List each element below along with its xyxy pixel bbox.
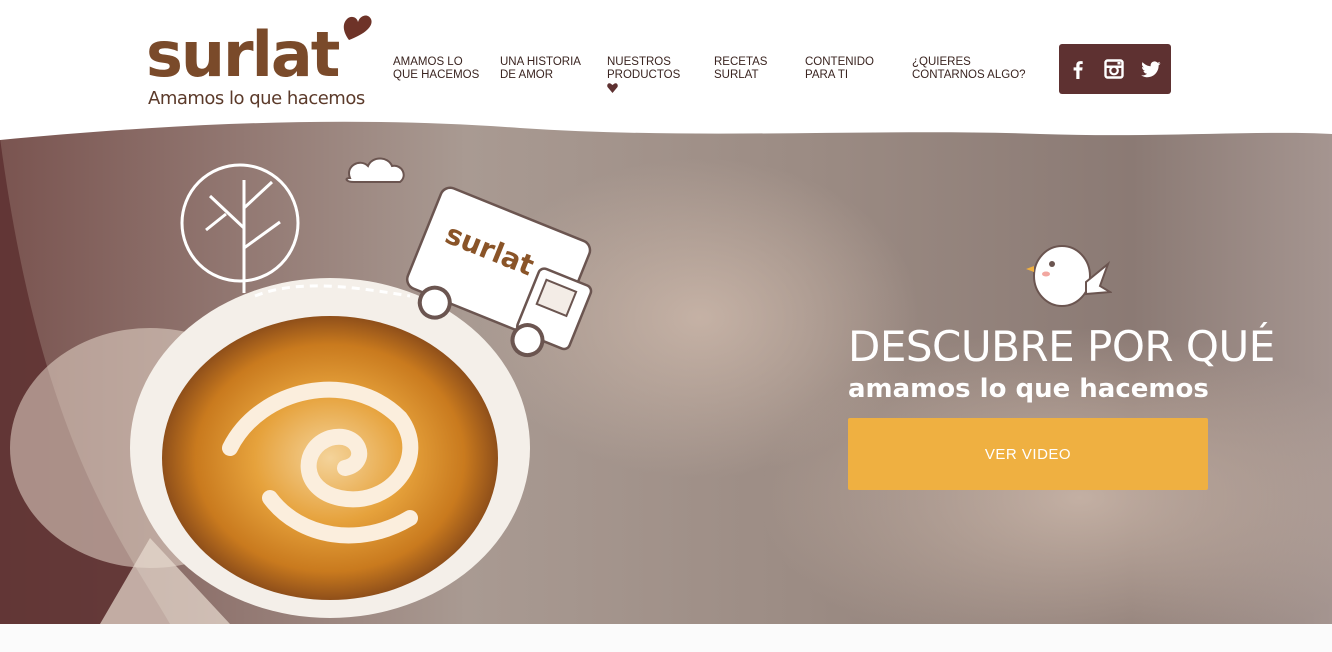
nav-label: PRODUCTOS: [607, 68, 681, 81]
nav-label: CONTARNOS ALGO?: [912, 68, 1026, 81]
nav-historia[interactable]: UNA HISTORIA DE AMOR: [500, 56, 581, 81]
logo-tagline: Amamos lo que hacemos: [148, 88, 365, 109]
hero-text: DESCUBRE POR QUÉ amamos lo que hacemos: [848, 325, 1275, 407]
nav-label: DE AMOR: [500, 68, 554, 81]
nav-label: QUE HACEMOS: [393, 68, 480, 81]
nav-productos[interactable]: NUESTROS PRODUCTOS: [607, 56, 681, 93]
nav-contacto[interactable]: ¿QUIERES CONTARNOS ALGO?: [912, 56, 1026, 81]
nav-label: AMAMOS LO: [393, 56, 463, 68]
heart-icon: [343, 15, 372, 41]
nav-label: PARA TI: [805, 68, 849, 81]
facebook-icon[interactable]: [1065, 57, 1091, 81]
nav-label: CONTENIDO: [805, 56, 874, 68]
heart-dropdown-icon: [607, 83, 618, 93]
nav-label: NUESTROS: [607, 56, 671, 68]
hero-subtitle: amamos lo que hacemos: [848, 374, 1209, 404]
nav-label: RECETAS: [714, 56, 768, 68]
nav-amamos[interactable]: AMAMOS LO QUE HACEMOS: [393, 56, 479, 81]
hero-banner: surlat DESCUBRE POR QUÉ amamos lo que ha…: [0, 118, 1332, 624]
hero-title: DESCUBRE POR QUÉ: [848, 322, 1275, 371]
nav-label: SURLAT: [714, 68, 759, 81]
ver-video-button[interactable]: VER VIDEO: [848, 418, 1208, 490]
logo-wordmark: surlat: [146, 18, 340, 91]
surlat-logo[interactable]: surlat Amamos lo que hacemos: [146, 10, 386, 112]
bird-illustration: [1026, 245, 1112, 307]
instagram-icon[interactable]: [1101, 57, 1127, 81]
page-bottom-strip: [0, 624, 1332, 652]
social-links: [1059, 44, 1171, 94]
nav-label: UNA HISTORIA: [500, 56, 581, 68]
nav-recetas[interactable]: RECETAS SURLAT: [714, 56, 767, 81]
nav-contenido[interactable]: CONTENIDO PARA TI: [805, 56, 874, 81]
twitter-icon[interactable]: [1138, 57, 1164, 81]
nav-label: ¿QUIERES: [912, 56, 971, 68]
